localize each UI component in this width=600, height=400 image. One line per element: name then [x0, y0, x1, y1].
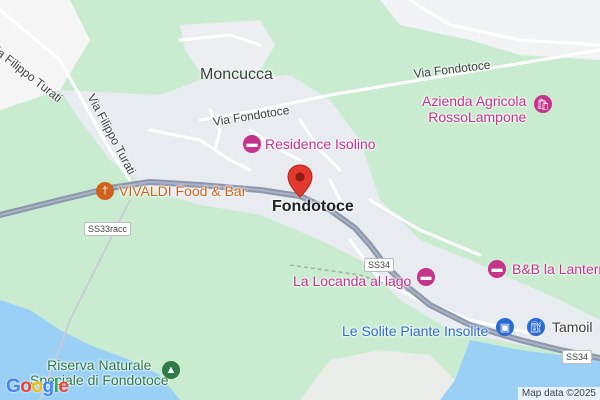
road-shield-ss33racc: SS33racc	[84, 222, 132, 236]
shopping-bag-icon[interactable]: ▣	[496, 318, 514, 336]
logo-letter-g1: G	[6, 376, 21, 397]
poi-label-riserva-line1: Riserva Naturale	[47, 357, 152, 373]
logo-letter-o1: o	[20, 376, 32, 397]
road-shield-ss34-center: SS34	[364, 258, 395, 272]
poi-label-azienda-line2: RossoLampone	[428, 109, 527, 125]
poi-label-tamoil[interactable]: Tamoil	[552, 320, 592, 334]
location-pin-icon[interactable]	[287, 164, 313, 198]
fuel-pump-icon[interactable]: ⛽︎	[527, 318, 545, 336]
tree-icon[interactable]: ▲	[162, 361, 180, 379]
road-shield-ss34-east: SS34	[562, 350, 593, 364]
poi-label-azienda-line1: Azienda Agricola	[422, 93, 527, 109]
bed-icon[interactable]: ▬	[488, 260, 506, 278]
place-label-fondotoce: Fondotoce	[272, 198, 354, 215]
bed-icon[interactable]: ▬	[417, 268, 435, 286]
logo-letter-o2: o	[31, 376, 43, 397]
poi-label-bb-la-lantern[interactable]: B&B la Lantern	[512, 262, 600, 276]
shopping-bag-icon[interactable]: 🛍︎	[534, 95, 552, 113]
fork-knife-icon[interactable]: †	[96, 182, 114, 200]
bed-icon[interactable]: ▬	[243, 135, 261, 153]
place-label-moncucca: Moncucca	[200, 66, 273, 83]
poi-label-vivaldi[interactable]: VIVALDI Food & Bar	[119, 184, 246, 198]
poi-label-azienda-agricola[interactable]: Azienda Agricola RossoLampone	[422, 94, 526, 124]
poi-label-residence-isolino[interactable]: Residence Isolino	[265, 137, 376, 151]
logo-letter-g2: g	[42, 376, 55, 397]
poi-label-la-locanda[interactable]: La Locanda al lago	[293, 274, 411, 288]
logo-letter-e: e	[58, 376, 69, 397]
poi-label-le-solite-piante[interactable]: Le Solite Piante Insolite	[342, 324, 488, 338]
google-logo: Google	[6, 376, 69, 398]
map-attribution[interactable]: Map data ©2025	[517, 387, 600, 400]
